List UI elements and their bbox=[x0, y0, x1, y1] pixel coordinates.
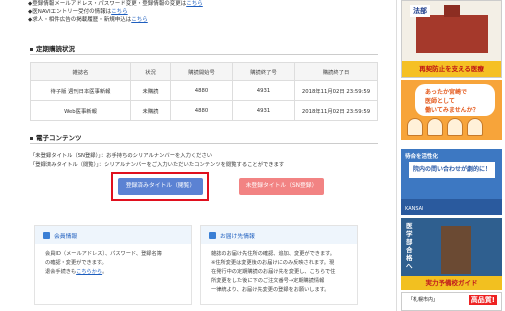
link-row-entry: ◆医NAVIエントリー受付の情報はこちら bbox=[28, 9, 128, 15]
link-row-ads: ◆求人・相件広告の掲載履歴・新規申込はこちら bbox=[28, 17, 148, 23]
entry-link[interactable]: こちら bbox=[111, 9, 128, 15]
ads-link[interactable]: こちら bbox=[131, 17, 148, 23]
member-info-body: 会員ID（メールアドレス）、パスワード、登録名簿 の確認・変更ができます。 退会… bbox=[45, 251, 162, 275]
ad-logo: 法部 bbox=[410, 5, 430, 17]
doctor-illustrations bbox=[407, 118, 497, 138]
table-row: Web医事新報 未購読 4880 4931 2018年11月02日 23:59:… bbox=[30, 100, 378, 121]
divider bbox=[30, 54, 378, 55]
unregistered-titles-button[interactable]: 未登録タイトル（SN登録） bbox=[239, 178, 324, 195]
home-icon bbox=[209, 231, 216, 239]
member-info-card: 会員情報 会員ID（メールアドレス）、パスワード、登録名簿 の確認・変更ができま… bbox=[34, 225, 192, 305]
ad-banner-kansai[interactable]: 待合を活性化 院内の問い合わせが劇的に！ KANSAI bbox=[401, 149, 502, 215]
col-magazine: 雑誌名 bbox=[30, 62, 131, 81]
subscription-title: 定期購読状況 bbox=[30, 43, 75, 53]
e-contents-description: 「未登録タイトル（SN登録）」：お手持ちのシリアルナンバーを入力ください 「登録… bbox=[30, 153, 285, 168]
e-contents-title: 電子コンテンツ bbox=[30, 132, 82, 142]
ad-banner-prep-school[interactable]: 医学部合格へ 実力予備校ガイド bbox=[401, 218, 502, 290]
table-row: 待子版 週刊日本医事新報 未購読 4880 4931 2018年11月02日 2… bbox=[30, 80, 378, 101]
link-row-registration: ◆登録情報メールアドレス・パスワード変更・登録情報の変更はこちら bbox=[28, 1, 203, 7]
registered-titles-button[interactable]: 登録済みタイトル（閲覧） bbox=[118, 178, 203, 195]
ad-banner-miyazaki[interactable]: あったか宮崎で 医師として 働いてみませんか？ bbox=[401, 80, 502, 146]
ad-brand: KANSAI bbox=[405, 206, 424, 212]
col-end: 購読終了号 bbox=[232, 62, 295, 81]
tower-icon bbox=[441, 226, 471, 274]
user-icon bbox=[43, 231, 50, 239]
col-start: 購読開始号 bbox=[170, 62, 233, 81]
registration-link[interactable]: こちら bbox=[186, 1, 203, 7]
main-content: ◆登録情報メールアドレス・パスワード変更・登録情報の変更はこちら ◆医NAVIエ… bbox=[0, 0, 395, 311]
col-status: 状況 bbox=[130, 62, 171, 81]
account-links: ◆登録情報メールアドレス・パスワード変更・登録情報の変更はこちら ◆医NAVIエ… bbox=[28, 0, 203, 24]
sidebar-ads: 法部 再契防止を支える医療 あったか宮崎で 医師として 働いてみませんか？ 待合… bbox=[396, 0, 505, 311]
bullet-icon bbox=[30, 136, 33, 140]
delivery-info-card: お届け先情報 雑誌のお届け先住所の確認、追加、変更ができます。 ※住所変更は変更… bbox=[200, 225, 358, 305]
bullet-icon bbox=[30, 47, 33, 51]
member-info-header[interactable]: 会員情報 bbox=[35, 226, 191, 244]
ad-banner-medical-law[interactable]: 法部 再契防止を支える医療 bbox=[401, 0, 502, 78]
subscription-table: 雑誌名 状況 購読開始号 購読終了号 購読終了日 待子版 週刊日本医事新報 未購… bbox=[30, 62, 378, 121]
delivery-info-header[interactable]: お届け先情報 bbox=[201, 226, 357, 244]
withdraw-link[interactable]: こちらから bbox=[76, 269, 102, 275]
ad-banner-sapporo[interactable]: 「札幌市内」 高品質! bbox=[401, 292, 502, 311]
col-end-date: 購読終了日 bbox=[294, 62, 378, 81]
divider bbox=[30, 143, 378, 144]
building-icon bbox=[416, 5, 488, 53]
delivery-info-body: 雑誌のお届け先住所の確認、追加、変更ができます。 ※住所変更は変更後のお届けにの… bbox=[211, 251, 336, 293]
table-header-row: 雑誌名 状況 購読開始号 購読終了号 購読終了日 bbox=[30, 62, 378, 81]
